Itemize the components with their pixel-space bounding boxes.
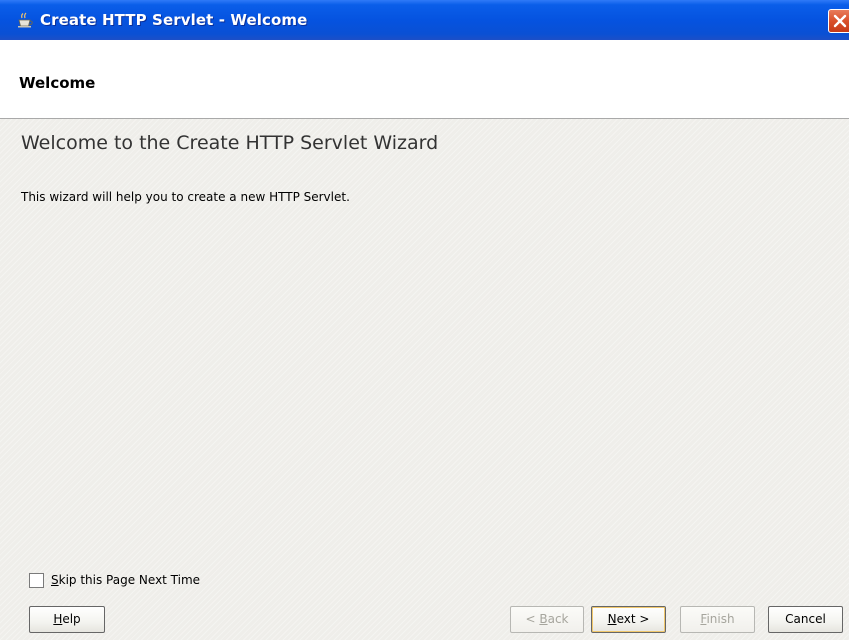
back-mnemonic: B — [539, 612, 548, 626]
help-label: elp — [62, 612, 81, 626]
welcome-description: This wizard will help you to create a ne… — [21, 190, 350, 204]
wizard-window: Create HTTP Servlet - Welcome Welcome We… — [0, 0, 849, 640]
back-prefix: < — [525, 612, 540, 626]
back-button[interactable]: < Back — [510, 606, 584, 633]
welcome-heading: Welcome to the Create HTTP Servlet Wizar… — [21, 132, 439, 154]
window-title: Create HTTP Servlet - Welcome — [40, 11, 308, 29]
next-label: ext > — [616, 612, 650, 626]
next-mnemonic: N — [607, 612, 617, 626]
skip-page-checkbox[interactable] — [29, 573, 44, 588]
wizard-header: Welcome — [0, 40, 849, 119]
close-button[interactable] — [828, 9, 849, 33]
close-icon — [833, 14, 847, 28]
finish-button[interactable]: Finish — [680, 606, 755, 633]
skip-label-mnemonic: S — [51, 573, 59, 587]
next-button[interactable]: Next > — [591, 606, 666, 633]
jdeveloper-cup-icon — [16, 12, 34, 28]
back-label: ack — [547, 612, 569, 626]
cancel-button[interactable]: Cancel — [768, 606, 843, 633]
help-mnemonic: H — [53, 612, 63, 626]
skip-page-label[interactable]: Skip this Page Next Time — [51, 573, 200, 587]
page-title: Welcome — [19, 74, 96, 92]
skip-label-text: kip this Page Next Time — [58, 573, 201, 587]
help-button[interactable]: Help — [29, 606, 105, 633]
title-bar[interactable]: Create HTTP Servlet - Welcome — [0, 0, 849, 40]
finish-label: inish — [706, 612, 735, 626]
